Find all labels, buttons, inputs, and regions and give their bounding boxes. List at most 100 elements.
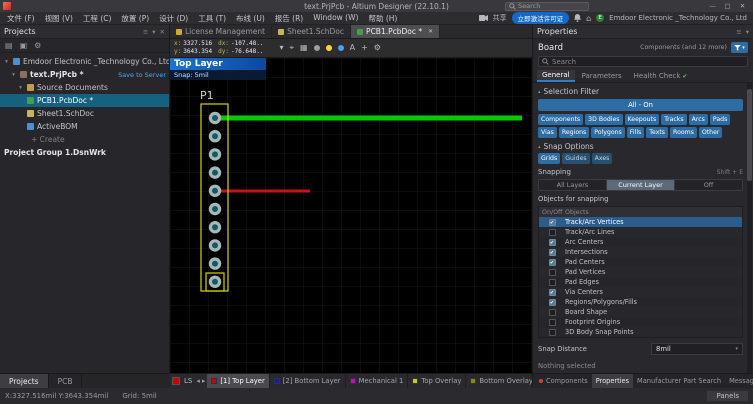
pad[interactable] [209,166,221,178]
snap-object-row[interactable]: Track/Arc Lines [539,227,742,237]
panel-tab[interactable]: Projects [0,374,49,388]
menubar-item[interactable]: 文件 (F) [2,13,40,24]
panel-tab[interactable]: PCB [49,374,83,388]
layer-dot-yellow-icon[interactable] [326,45,332,51]
gear-icon[interactable]: ⚙ [34,41,41,50]
bell-icon[interactable] [574,14,581,22]
tree-item-activebom[interactable]: ActiveBOM [0,120,169,133]
all-on-button[interactable]: All - On [538,99,743,111]
pcb-canvas[interactable]: Top Layer Snap: 5mil P1 [170,58,532,373]
scope-filter-button[interactable]: ▾ [731,42,748,53]
panel-menu-icon[interactable]: ≡ [736,28,741,36]
selection-filter-section[interactable]: ▴ Selection Filter [538,87,743,96]
close-icon[interactable]: ✕ [428,28,433,35]
checkbox[interactable]: ✔ [549,289,556,296]
chevron-down-icon[interactable]: ▾ [3,59,10,65]
snap-object-row[interactable]: Board Shape [539,307,742,317]
snap-object-row[interactable]: ✔Regions/Polygons/Fills [539,297,742,307]
menubar-item[interactable]: 设计 (D) [154,13,193,24]
snap-object-row[interactable]: ✔Via Centers [539,287,742,297]
document-tab[interactable]: License Management [170,25,272,38]
selection-filter-button[interactable]: Other [699,127,723,138]
selection-filter-button[interactable]: Polygons [591,127,625,138]
panel-tab[interactable]: Manufacturer Part Search [633,374,725,388]
checkbox[interactable]: ✔ [549,299,556,306]
menubar-item[interactable]: 视图 (V) [40,13,78,24]
snap-object-row[interactable]: 3D Body Snap Points [539,327,742,337]
pad[interactable] [209,148,221,160]
selection-filter-button[interactable]: Texts [646,127,668,138]
notification-banner[interactable]: 立即激活许可证 [512,12,570,24]
pad[interactable] [209,203,221,215]
grid-icon[interactable]: ▦ [300,44,308,52]
close-button[interactable]: ✕ [735,2,750,10]
add-icon[interactable]: + [361,44,368,52]
text-tool-icon[interactable]: A [350,44,355,52]
snap-object-row[interactable]: ✔Arc Centers [539,237,742,247]
home-icon[interactable]: ⌂ [586,14,591,23]
panel-close-icon[interactable]: ✕ [160,28,165,36]
selection-filter-button[interactable]: Tracks [661,114,686,125]
properties-scrollbar[interactable] [747,83,752,373]
panel-pin-icon[interactable]: ▾ [746,28,749,36]
avatar[interactable]: E [596,14,604,22]
layer-tab[interactable]: Bottom Overlay [466,374,532,388]
checkbox[interactable]: ✔ [549,259,556,266]
tree-item-sch-doc[interactable]: Sheet1.SchDoc [0,107,169,120]
chevron-down-icon[interactable]: ▾ [10,72,17,78]
maximize-button[interactable]: □ [720,2,735,10]
snap-object-row[interactable]: ✔Track/Arc Vertices [539,217,742,227]
menubar-item[interactable]: 帮助 (H) [363,13,402,24]
layer-tab[interactable]: [1] Top Layer [207,374,269,388]
panels-button[interactable]: Panels [707,391,748,401]
chevron-down-icon[interactable]: ▾ [280,44,284,52]
snap-object-row[interactable]: ✔Intersections [539,247,742,257]
snap-option-button[interactable]: Grids [538,153,560,164]
global-search-input[interactable]: Search [505,2,589,11]
scroll-right-icon[interactable]: ▸ [202,377,206,385]
current-layer-swatch[interactable] [172,377,180,385]
checkbox[interactable] [549,309,556,316]
checkbox[interactable] [549,279,556,286]
properties-tab[interactable]: Health Check✔ [629,70,693,82]
panel-tab[interactable]: Components [535,374,592,388]
selection-scope-label[interactable]: Components (and 12 more) [640,44,727,51]
pad[interactable] [209,130,221,142]
properties-search-input[interactable]: Search [538,56,748,67]
snapping-mode-button[interactable]: All Layers [539,180,607,190]
share-button[interactable]: 共享 [493,13,507,23]
menubar-item[interactable]: 工具 (T) [193,13,231,24]
save-icon[interactable]: ▤ [5,41,13,50]
properties-tab[interactable]: General [537,70,575,82]
properties-tab[interactable]: Parameters [577,70,627,82]
checkbox[interactable]: ✔ [549,249,556,256]
gear-icon[interactable]: ⚙ [374,44,381,52]
crosshair-icon[interactable]: ⌖ [290,44,295,52]
panel-menu-icon[interactable]: ≡ [143,28,148,36]
menubar-item[interactable]: 工程 (C) [78,13,116,24]
scroll-left-icon[interactable]: ◂ [196,377,200,385]
panel-tab[interactable]: Messages [725,374,753,388]
menubar-item[interactable]: 报告 (R) [270,13,308,24]
snap-object-row[interactable]: Pad Vertices [539,267,742,277]
snap-option-button[interactable]: Guides [562,153,589,164]
panel-pin-icon[interactable]: ▾ [152,28,155,36]
selection-filter-button[interactable]: Arcs [689,114,708,125]
snap-option-button[interactable]: Axes [592,153,613,164]
layer-tab[interactable]: [2] Bottom Layer [270,374,346,388]
folder-icon[interactable]: ▣ [20,41,28,50]
menubar-item[interactable]: 放置 (P) [116,13,154,24]
tree-item-pcb-doc[interactable]: PCB1.PcbDoc * [0,94,169,107]
checkbox[interactable] [549,329,556,336]
checkbox[interactable]: ✔ [549,239,556,246]
camera-icon[interactable] [479,15,488,21]
snap-object-row[interactable]: Pad Edges [539,277,742,287]
checkbox[interactable] [549,229,556,236]
layer-tab[interactable]: Mechanical 1 [346,374,409,388]
pad[interactable] [209,112,221,124]
checkbox[interactable] [549,319,556,326]
selection-filter-button[interactable]: Keepouts [625,114,660,125]
document-tab[interactable]: PCB1.PcbDoc *✕ [351,25,440,38]
chevron-down-icon[interactable]: ▾ [17,85,24,91]
pad[interactable] [209,276,221,288]
